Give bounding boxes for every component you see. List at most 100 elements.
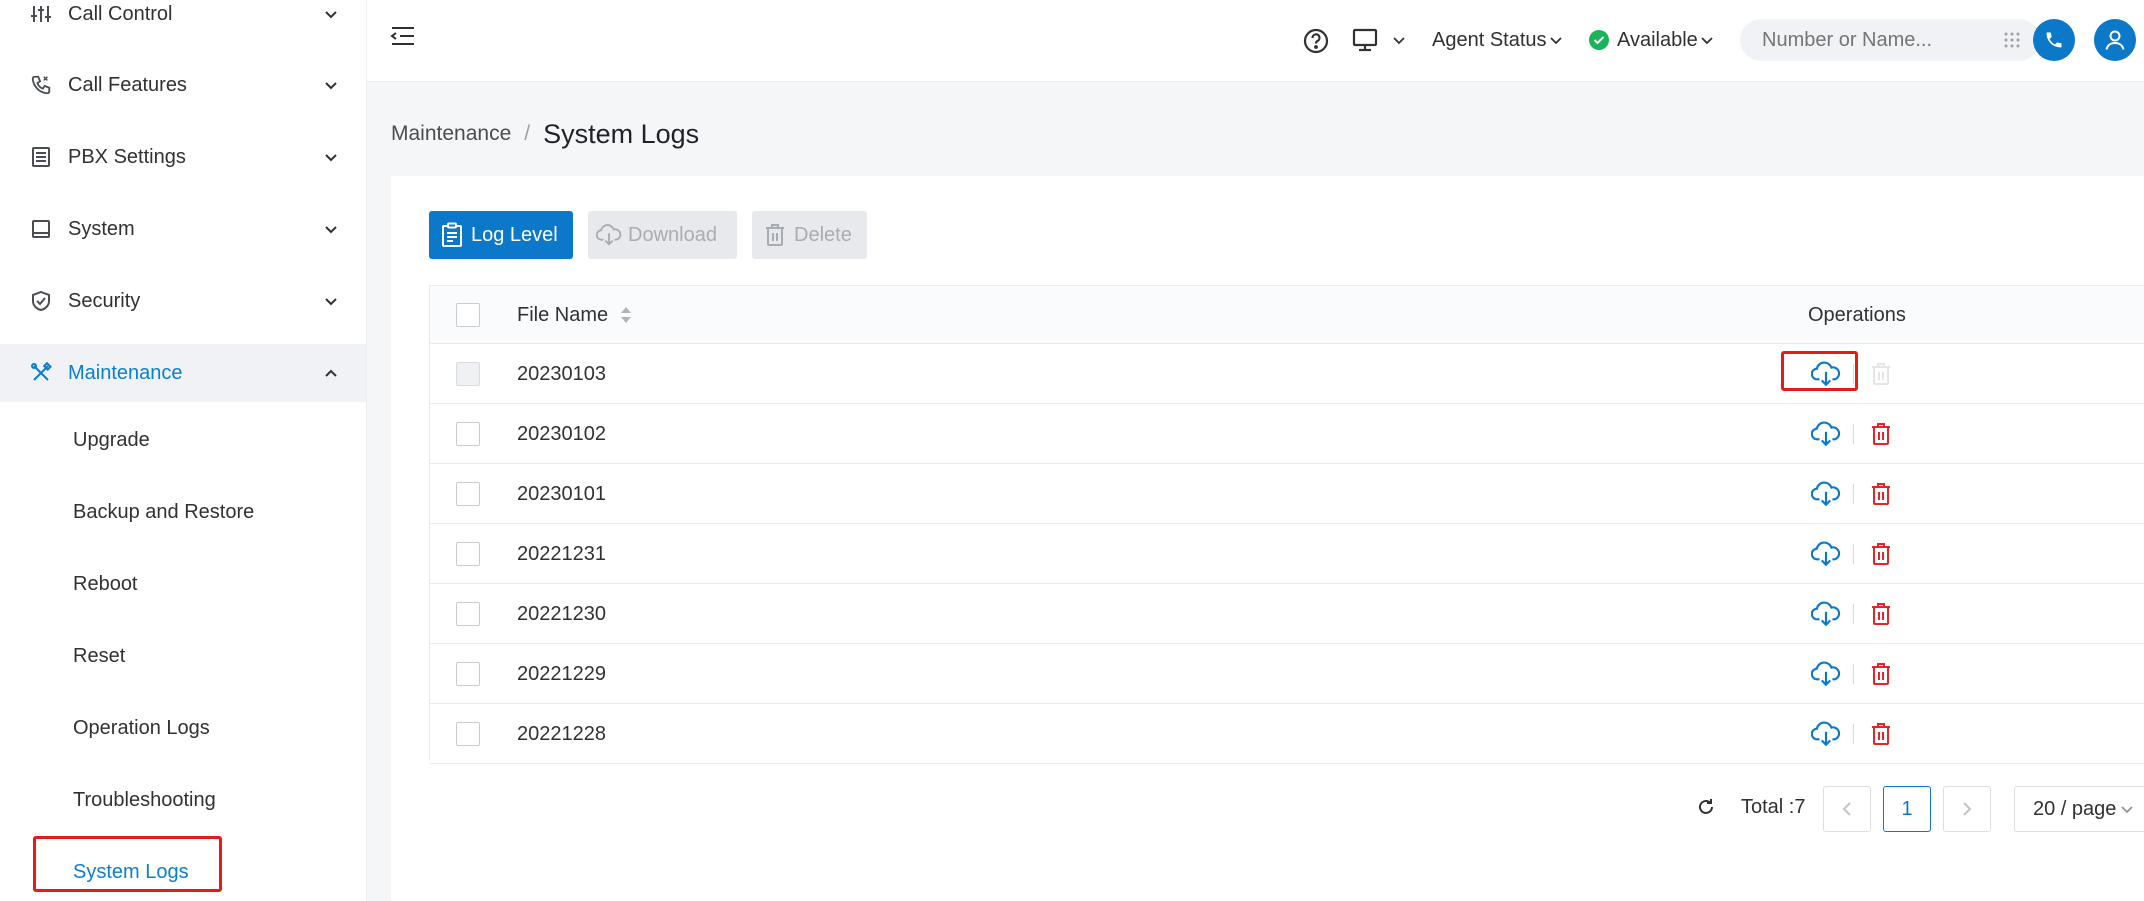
table-row[interactable]: 20221230 bbox=[430, 584, 2144, 644]
table-row[interactable]: 20230103 bbox=[430, 344, 2144, 404]
page-button-current[interactable]: 1 bbox=[1883, 786, 1931, 832]
cloud-download-icon[interactable] bbox=[1809, 417, 1843, 451]
row-file-name: 20230102 bbox=[517, 422, 606, 445]
sidebar: Call Control Call Features PBX Settings … bbox=[0, 0, 367, 901]
sidebar-item-call-features[interactable]: Call Features bbox=[0, 56, 366, 114]
page-title: System Logs bbox=[543, 118, 700, 149]
table-row[interactable]: 20221231 bbox=[430, 524, 2144, 584]
trash-icon[interactable] bbox=[1866, 419, 1896, 449]
cloud-download-icon[interactable] bbox=[1809, 657, 1843, 691]
cloud-download-icon bbox=[596, 222, 622, 248]
server-icon bbox=[28, 144, 54, 170]
cloud-download-icon[interactable] bbox=[1809, 597, 1843, 631]
row-checkbox[interactable] bbox=[456, 602, 480, 626]
sidebar-item-call-control[interactable]: Call Control bbox=[0, 0, 366, 43]
trash-icon bbox=[762, 222, 788, 248]
call-button[interactable] bbox=[2033, 19, 2075, 61]
row-checkbox[interactable] bbox=[456, 482, 480, 506]
agent-status-label: Agent Status bbox=[1432, 28, 1547, 51]
breadcrumb-parent[interactable]: Maintenance bbox=[391, 122, 511, 146]
sidebar-item-system[interactable]: System bbox=[0, 200, 366, 258]
user-avatar[interactable] bbox=[2094, 19, 2136, 61]
row-file-name: 20221228 bbox=[517, 722, 606, 745]
row-operations bbox=[1809, 704, 1896, 764]
cloud-download-icon[interactable] bbox=[1809, 537, 1843, 571]
row-operations bbox=[1809, 644, 1896, 704]
sidebar-item-label: PBX Settings bbox=[68, 145, 186, 168]
dial-search-box bbox=[1740, 19, 2040, 61]
sidebar-subitem-reboot[interactable]: Reboot bbox=[0, 555, 366, 613]
sidebar-subitem-backup-restore[interactable]: Backup and Restore bbox=[0, 483, 366, 541]
select-all-checkbox[interactable] bbox=[456, 303, 480, 327]
table-row[interactable]: 20221229 bbox=[430, 644, 2144, 704]
row-checkbox[interactable] bbox=[456, 422, 480, 446]
check-circle-icon bbox=[1589, 30, 1609, 50]
number-search-input[interactable] bbox=[1762, 19, 1992, 61]
trash-icon[interactable] bbox=[1866, 539, 1896, 569]
trash-icon[interactable] bbox=[1866, 599, 1896, 629]
chevron-down-icon[interactable] bbox=[1392, 34, 1408, 46]
system-logs-table: File Name Operations 20230103 20230102 2… bbox=[429, 285, 2144, 764]
sort-icon[interactable] bbox=[620, 306, 632, 324]
row-checkbox[interactable] bbox=[456, 542, 480, 566]
refresh-icon[interactable] bbox=[1694, 795, 1718, 819]
next-page-button[interactable] bbox=[1943, 786, 1991, 832]
column-header-file-name[interactable]: File Name bbox=[517, 286, 632, 344]
table-row[interactable]: 20230102 bbox=[430, 404, 2144, 464]
cloud-download-icon[interactable] bbox=[1809, 477, 1843, 511]
row-checkbox[interactable] bbox=[456, 362, 480, 386]
sidebar-subitem-reset[interactable]: Reset bbox=[0, 627, 366, 685]
sidebar-subitem-label: Backup and Restore bbox=[73, 500, 255, 523]
cloud-download-icon[interactable] bbox=[1809, 717, 1843, 751]
chevron-left-icon bbox=[1842, 802, 1851, 816]
availability-dropdown[interactable]: Available bbox=[1589, 24, 1714, 56]
user-icon bbox=[2105, 30, 2125, 50]
highlight-box-system-logs bbox=[33, 836, 222, 892]
delete-button[interactable]: Delete bbox=[752, 211, 867, 259]
agent-status-dropdown[interactable]: Agent Status bbox=[1432, 24, 1563, 56]
pagination-total: Total :7 bbox=[1741, 795, 1806, 818]
trash-icon[interactable] bbox=[1866, 659, 1896, 689]
divider bbox=[1853, 724, 1854, 744]
page-size-select[interactable]: 20 / page bbox=[2014, 786, 2144, 832]
download-button[interactable]: Download bbox=[588, 211, 737, 259]
sidebar-item-label: System bbox=[68, 217, 135, 240]
row-operations bbox=[1809, 464, 1896, 524]
chevron-right-icon bbox=[1963, 802, 1972, 816]
delete-label: Delete bbox=[794, 223, 852, 246]
sidebar-subitem-label: Reboot bbox=[73, 572, 138, 595]
table-row[interactable]: 20221228 bbox=[430, 704, 2144, 764]
chevron-down-icon bbox=[323, 293, 339, 309]
sidebar-subitem-upgrade[interactable]: Upgrade bbox=[0, 411, 366, 469]
phone-icon bbox=[28, 72, 54, 98]
trash-icon[interactable] bbox=[1866, 479, 1896, 509]
prev-page-button[interactable] bbox=[1823, 786, 1871, 832]
divider bbox=[1853, 604, 1854, 624]
sidebar-subitem-operation-logs[interactable]: Operation Logs bbox=[0, 699, 366, 757]
sidebar-subitem-label: Reset bbox=[73, 644, 126, 667]
trash-icon[interactable] bbox=[1866, 359, 1896, 389]
collapse-menu-icon[interactable] bbox=[390, 23, 420, 49]
trash-icon[interactable] bbox=[1866, 719, 1896, 749]
dialpad-icon[interactable] bbox=[2003, 31, 2021, 49]
chevron-down-icon bbox=[1549, 36, 1563, 45]
sidebar-item-pbx-settings[interactable]: PBX Settings bbox=[0, 128, 366, 186]
tools-icon bbox=[28, 360, 54, 386]
help-icon[interactable] bbox=[1303, 27, 1331, 55]
chevron-down-icon bbox=[1700, 36, 1714, 45]
row-checkbox[interactable] bbox=[456, 662, 480, 686]
sidebar-subitem-label: Upgrade bbox=[73, 428, 150, 451]
chevron-down-icon bbox=[323, 77, 339, 93]
row-checkbox[interactable] bbox=[456, 722, 480, 746]
log-level-button[interactable]: Log Level bbox=[429, 211, 573, 259]
sidebar-item-maintenance[interactable]: Maintenance bbox=[0, 344, 366, 402]
sidebar-subitem-troubleshooting[interactable]: Troubleshooting bbox=[0, 771, 366, 829]
chevron-down-icon bbox=[323, 221, 339, 237]
divider bbox=[1853, 544, 1854, 564]
table-header: File Name Operations bbox=[430, 286, 2144, 344]
sidebar-item-security[interactable]: Security bbox=[0, 272, 366, 330]
divider bbox=[1853, 424, 1854, 444]
chevron-down-icon bbox=[323, 149, 339, 165]
table-row[interactable]: 20230101 bbox=[430, 464, 2144, 524]
desktop-icon[interactable] bbox=[1351, 26, 1381, 54]
